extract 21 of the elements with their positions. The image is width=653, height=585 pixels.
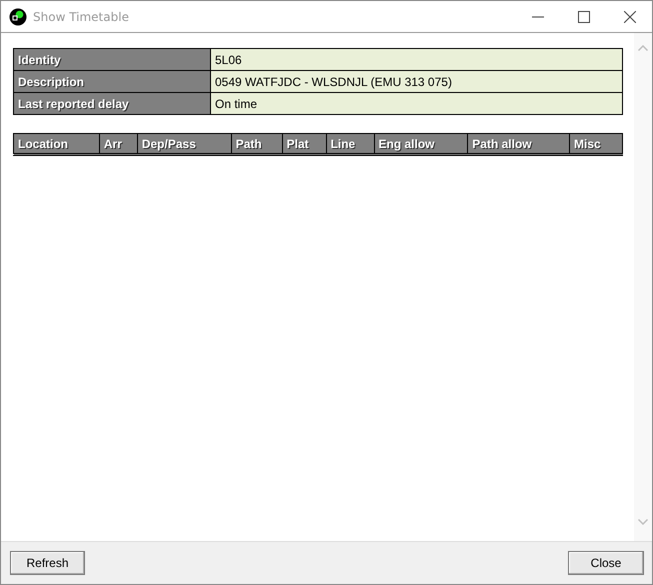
field-label: Description: [14, 70, 210, 92]
maximize-icon[interactable]: [578, 10, 590, 22]
window-title: Show Timetable: [33, 10, 129, 24]
column-header: Path: [231, 134, 282, 154]
field-value: 5L06: [210, 48, 622, 70]
column-header: Plat: [282, 134, 326, 154]
field-value: On time: [210, 92, 622, 114]
column-header: Line: [326, 134, 374, 154]
close-button[interactable]: Close: [568, 551, 644, 575]
column-header: Location: [14, 134, 100, 154]
signal-light-icon: [9, 8, 27, 26]
column-header: Eng allow: [374, 134, 468, 154]
refresh-button[interactable]: Refresh: [10, 551, 85, 575]
column-header: Arr: [99, 134, 138, 154]
field-value: 0549 WATFJDC - WLSDNJL (EMU 313 075): [210, 70, 622, 92]
column-header: Dep/Pass: [137, 134, 232, 154]
field-label: Last reported delay: [14, 92, 210, 114]
field-label: Identity: [14, 48, 210, 70]
column-header: Misc: [570, 134, 622, 154]
column-header: Path allow: [468, 134, 570, 154]
close-icon[interactable]: [624, 10, 636, 22]
